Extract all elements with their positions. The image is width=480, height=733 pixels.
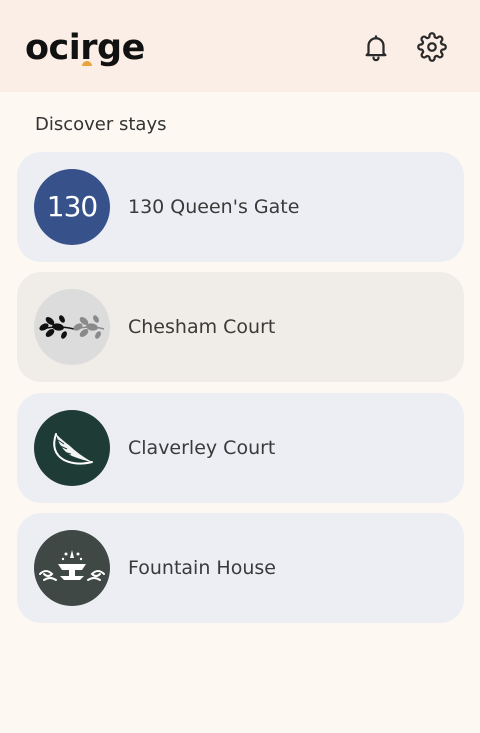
stay-logo-text: 130 <box>46 190 98 223</box>
stay-logo-chesham <box>34 289 110 365</box>
section-title: Discover stays <box>35 114 167 135</box>
stay-card-fountain-house[interactable]: Fountain House <box>17 513 464 623</box>
app-header: oci rge <box>0 0 480 92</box>
ocierge-logo[interactable]: oci rge <box>25 28 145 68</box>
stay-name: Fountain House <box>128 557 276 579</box>
gear-icon <box>417 32 447 62</box>
fountain-icon <box>39 550 105 581</box>
settings-button[interactable] <box>417 32 447 62</box>
stay-name: Claverley Court <box>128 437 276 459</box>
bell-icon <box>365 35 387 62</box>
stay-logo-fountain <box>34 530 110 606</box>
stay-logo-130: 130 <box>34 169 110 245</box>
stay-name: Chesham Court <box>128 316 276 338</box>
stay-logo-claverley <box>34 410 110 486</box>
stay-card-130-queens-gate[interactable]: 130 130 Queen's Gate <box>17 152 464 262</box>
logo-accent-dot <box>82 61 93 66</box>
stay-name: 130 Queen's Gate <box>128 196 300 218</box>
notifications-button[interactable] <box>361 32 391 62</box>
feather-icon <box>53 433 93 465</box>
stay-card-chesham-court[interactable]: Chesham Court <box>17 272 464 382</box>
stay-card-claverley-court[interactable]: Claverley Court <box>17 393 464 503</box>
leaf-ornament-icon <box>39 315 105 339</box>
